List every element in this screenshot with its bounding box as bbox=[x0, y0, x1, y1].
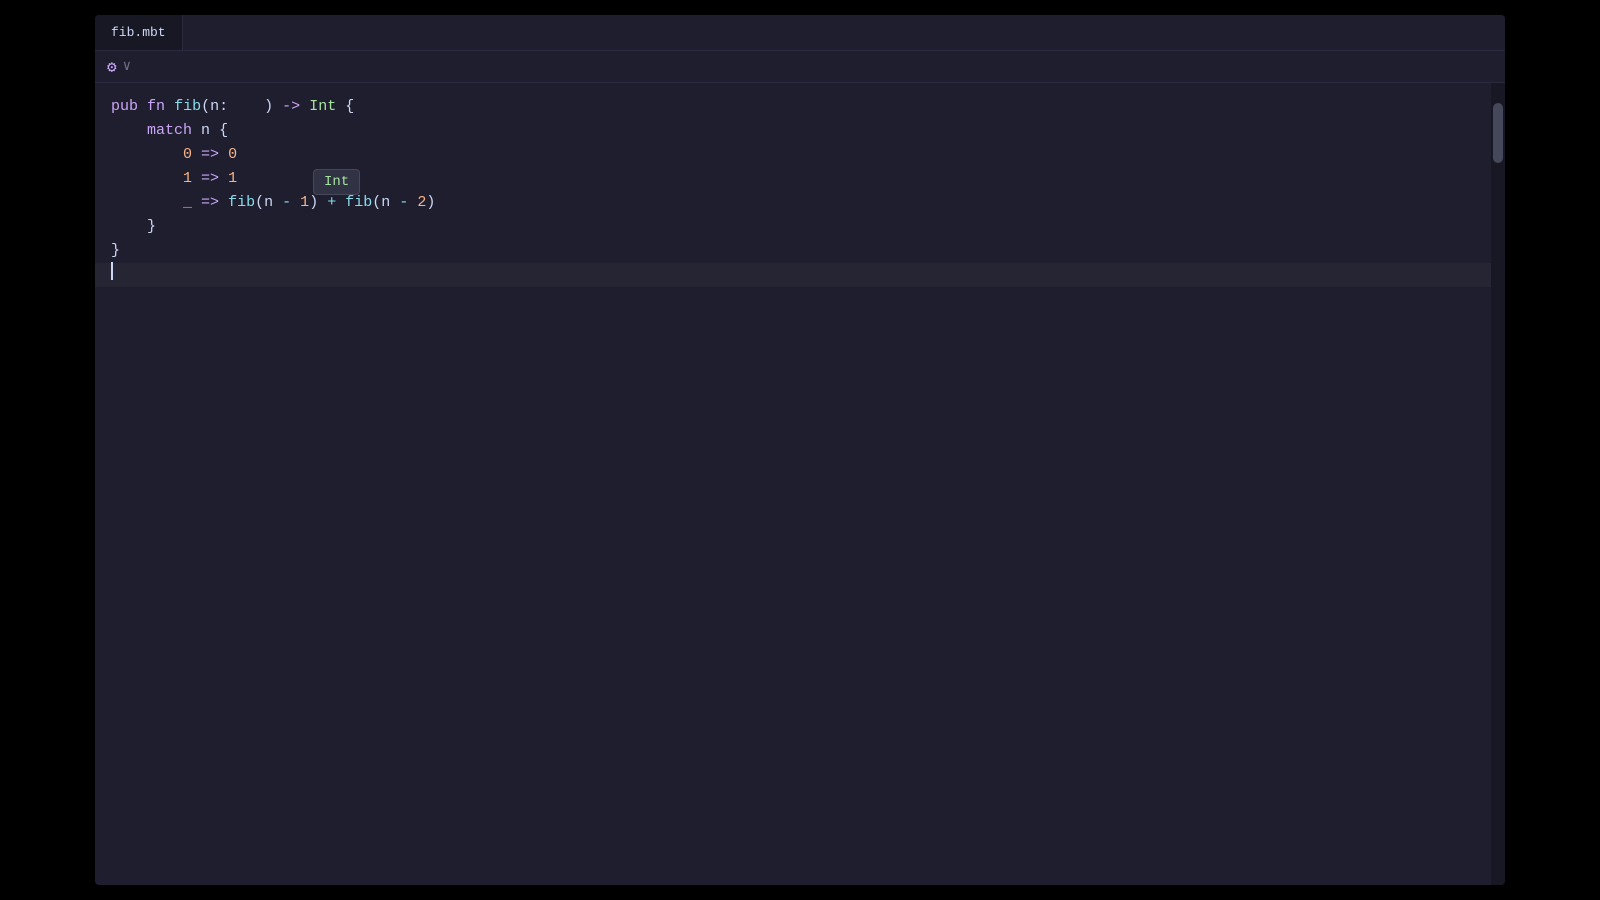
code-line-3: 0 => 0 bbox=[95, 143, 1505, 167]
code-line-6: } bbox=[95, 215, 1505, 239]
tab-bar: fib.mbt bbox=[95, 15, 1505, 51]
code-editor[interactable]: pub fn fib(n: Int) -> Int { match n { 0 … bbox=[95, 83, 1505, 885]
editor-tab[interactable]: fib.mbt bbox=[95, 15, 183, 50]
line-7-content: } bbox=[111, 239, 120, 263]
editor-window: fib.mbt ⚙ ∨ pub fn fib(n: Int) -> Int { … bbox=[95, 15, 1505, 885]
line-3-content: 0 => 0 bbox=[111, 143, 237, 167]
line-2-content: match n { bbox=[111, 119, 228, 143]
line-1-content: pub fn fib(n: Int) -> Int { bbox=[111, 95, 354, 119]
code-line-4: 1 => 1 bbox=[95, 167, 1505, 191]
code-line-7: } bbox=[95, 239, 1505, 263]
line-4-content: 1 => 1 bbox=[111, 167, 237, 191]
code-line-5: _ => fib(n - 1) + fib(n - 2) bbox=[95, 191, 1505, 215]
text-cursor bbox=[111, 262, 113, 280]
scrollbar-thumb[interactable] bbox=[1493, 103, 1503, 163]
line-5-content: _ => fib(n - 1) + fib(n - 2) bbox=[111, 191, 435, 215]
tab-label: fib.mbt bbox=[111, 25, 166, 40]
breadcrumb-bar: ⚙ ∨ bbox=[95, 51, 1505, 83]
settings-icon: ⚙ bbox=[107, 57, 117, 77]
code-line-1: pub fn fib(n: Int) -> Int { bbox=[95, 95, 1505, 119]
code-line-2: match n { bbox=[95, 119, 1505, 143]
line-6-content: } bbox=[111, 215, 156, 239]
code-line-8 bbox=[95, 263, 1505, 287]
scrollbar-track[interactable] bbox=[1491, 83, 1505, 885]
chevron-down-icon[interactable]: ∨ bbox=[123, 58, 131, 75]
